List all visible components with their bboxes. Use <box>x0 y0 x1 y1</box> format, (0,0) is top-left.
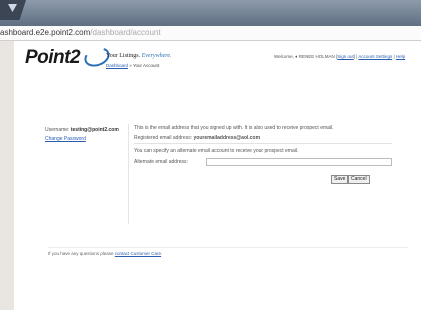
change-password-link[interactable]: Change Password <box>45 136 86 142</box>
registered-email-line: Registered email address: youremailaddre… <box>134 135 261 141</box>
username-value: testing@point2.com <box>70 127 119 133</box>
help-link[interactable]: Help <box>396 54 405 59</box>
page-content: Point2 Your Listings. Everywhere. Dashbo… <box>14 41 421 310</box>
user-panel: Username: testing@point2.com Change Pass… <box>45 126 119 144</box>
browser-tab-bar <box>0 0 421 26</box>
tab-favicon-icon <box>8 4 17 12</box>
top-nav: Welcome, ♦ RENEE HOLMAN [Sign out] | Acc… <box>274 54 406 59</box>
email-info-text: This is the email address that you signe… <box>134 125 334 131</box>
alternate-info-text: You can specify an alternate email accou… <box>134 148 299 154</box>
section-divider <box>134 143 392 144</box>
logo-text: Point <box>25 47 71 68</box>
cancel-button[interactable]: Cancel <box>348 175 370 184</box>
tagline: Your Listings. Everywhere. <box>106 53 172 59</box>
address-path: /dashboard/account <box>90 28 161 37</box>
logo-number: 2 <box>70 47 81 68</box>
breadcrumb-dashboard-link[interactable]: Dashboard <box>106 63 128 68</box>
alternate-email-input[interactable] <box>206 158 392 166</box>
breadcrumb: Dashboard » Your Account <box>106 63 160 68</box>
point2-logo[interactable]: Point2 <box>25 47 81 69</box>
save-button[interactable]: Save <box>331 175 349 184</box>
alternate-email-label: Alternate email address: <box>134 159 188 165</box>
column-divider <box>128 124 129 224</box>
footer-divider <box>48 247 408 248</box>
address-domain: ashboard.e2e.point2.com <box>0 28 91 37</box>
contact-customer-care-link[interactable]: contact Customer Care <box>115 251 161 256</box>
browser-tab[interactable] <box>0 0 26 20</box>
address-bar[interactable]: ashboard.e2e.point2.com/dashboard/accoun… <box>0 26 421 41</box>
sign-out-link[interactable]: Sign out <box>337 54 354 59</box>
username-label: Username: <box>45 127 71 133</box>
account-settings-link[interactable]: Account Settings <box>358 54 392 59</box>
registered-email-value: youremailaddress@aol.com <box>193 135 261 141</box>
footer: If you have any questions please contact… <box>48 251 163 256</box>
breadcrumb-current: Your Account <box>132 63 160 68</box>
welcome-text: Welcome, ♦ RENEE HOLMAN [ <box>274 54 338 59</box>
